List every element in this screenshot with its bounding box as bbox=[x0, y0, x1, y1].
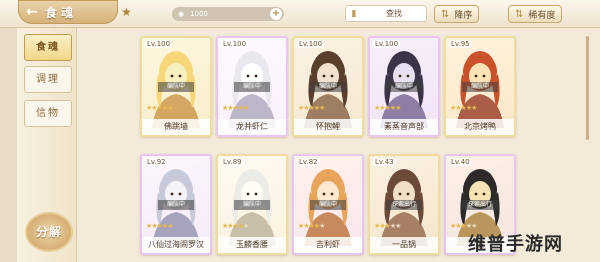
level-label: Lv.89 bbox=[221, 158, 244, 166]
star-rating: ★★★★★ bbox=[222, 222, 249, 230]
level-label: Lv.95 bbox=[449, 40, 472, 48]
status-badge: 编队中 bbox=[158, 82, 194, 92]
character-name: 龙井虾仁 bbox=[218, 119, 286, 135]
scrollbar[interactable] bbox=[586, 36, 589, 140]
food-soul-grid: Lv.100 编队中 ★★★★★ 佛跳墙 Lv.100 编队中 ★★★★★ 龙井… bbox=[140, 36, 580, 262]
food-soul-card[interactable]: Lv.100 编队中 ★★★★★ 怀抱鲤 bbox=[292, 36, 364, 137]
sort-order-button[interactable]: ⇅ 降序 bbox=[434, 5, 480, 23]
star-rating: ★★★★★ bbox=[374, 222, 401, 230]
capacity-value: 1000 bbox=[190, 10, 208, 18]
capacity-icon: ◉ bbox=[178, 10, 185, 18]
character-name: 吉利虾 bbox=[294, 237, 362, 253]
status-badge: 编队中 bbox=[462, 82, 498, 92]
page-title: 食魂 bbox=[45, 5, 78, 20]
tab-food-souls[interactable]: 食魂 bbox=[24, 34, 72, 61]
level-label: Lv.100 bbox=[373, 40, 401, 48]
star-rating: ★★★★★ bbox=[146, 104, 173, 112]
sort-order-icon: ⇅ bbox=[441, 8, 450, 20]
status-badge: 编队中 bbox=[310, 200, 346, 210]
character-name: 北京烤鸭 bbox=[446, 119, 514, 135]
food-soul-card[interactable]: Lv.100 编队中 ★★★★★ 佛跳墙 bbox=[140, 36, 212, 137]
status-badge: 编队中 bbox=[386, 82, 422, 92]
tab-tokens[interactable]: 信物 bbox=[24, 100, 72, 127]
level-label: Lv.100 bbox=[297, 40, 325, 48]
status-badge: 探索出行 bbox=[462, 200, 498, 210]
search-label: 查找 bbox=[386, 9, 402, 18]
rarity-sort-icon: ⇅ bbox=[515, 8, 524, 20]
star-rating: ★★★★★ bbox=[298, 222, 325, 230]
star-rating: ★★★★★ bbox=[146, 222, 173, 230]
top-bar: ← 食魂 ★ ◉ 1000 + ▮ 查找 ⇅ 降序 ⇅ 稀有度 bbox=[0, 0, 600, 28]
watermark: 维普手游网 bbox=[468, 234, 563, 255]
status-badge: 探索出行 bbox=[386, 200, 422, 210]
capacity-bar: ◉ 1000 + bbox=[172, 7, 284, 21]
star-icon: ★ bbox=[121, 5, 132, 19]
character-name: 玉麟香腰 bbox=[218, 237, 286, 253]
star-rating: ★★★★★ bbox=[222, 104, 249, 112]
rarity-sort-button[interactable]: ⇅ 稀有度 bbox=[508, 5, 563, 23]
search-filter-box[interactable]: ▮ 查找 bbox=[345, 5, 427, 22]
character-name: 一品锅 bbox=[370, 237, 438, 253]
food-soul-card[interactable]: Lv.95 编队中 ★★★★★ 北京烤鸭 bbox=[444, 36, 516, 137]
status-badge: 编队中 bbox=[234, 200, 270, 210]
status-badge: 编队中 bbox=[158, 200, 194, 210]
tab-cooking[interactable]: 调理 bbox=[24, 66, 72, 93]
dissolve-button[interactable]: 分解 bbox=[25, 212, 73, 252]
star-rating: ★★★★★ bbox=[450, 222, 477, 230]
rarity-sort-label: 稀有度 bbox=[528, 10, 556, 21]
food-soul-card[interactable]: Lv.100 编队中 ★★★★★ 龙井虾仁 bbox=[216, 36, 288, 137]
status-badge: 编队中 bbox=[234, 82, 270, 92]
food-soul-card[interactable]: Lv.82 编队中 ★★★★★ 吉利虾 bbox=[292, 154, 364, 255]
food-soul-card[interactable]: Lv.100 编队中 ★★★★★ 素蒸音声部 bbox=[368, 36, 440, 137]
star-rating: ★★★★★ bbox=[374, 104, 401, 112]
status-badge: 编队中 bbox=[310, 82, 346, 92]
star-rating: ★★★★★ bbox=[450, 104, 477, 112]
character-name: 八仙过海闹罗汉 bbox=[142, 237, 210, 253]
food-soul-card[interactable]: Lv.92 编队中 ★★★★★ 八仙过海闹罗汉 bbox=[140, 154, 212, 255]
sort-order-label: 降序 bbox=[454, 10, 473, 21]
filter-icon: ▮ bbox=[351, 8, 357, 19]
left-edge bbox=[0, 0, 17, 262]
level-label: Lv.92 bbox=[145, 158, 168, 166]
character-name: 佛跳墙 bbox=[142, 119, 210, 135]
level-label: Lv.40 bbox=[449, 158, 472, 166]
food-soul-card[interactable]: Lv.43 探索出行 ★★★★★ 一品锅 bbox=[368, 154, 440, 255]
character-name: 怀抱鲤 bbox=[294, 119, 362, 135]
level-label: Lv.100 bbox=[221, 40, 249, 48]
add-capacity-button[interactable]: + bbox=[270, 8, 282, 20]
character-name: 素蒸音声部 bbox=[370, 119, 438, 135]
star-rating: ★★★★★ bbox=[298, 104, 325, 112]
back-button[interactable]: ← 食魂 bbox=[18, 0, 118, 24]
level-label: Lv.43 bbox=[373, 158, 396, 166]
back-arrow-icon[interactable]: ← bbox=[19, 4, 45, 20]
level-label: Lv.82 bbox=[297, 158, 320, 166]
level-label: Lv.100 bbox=[145, 40, 173, 48]
food-soul-card[interactable]: Lv.89 编队中 ★★★★★ 玉麟香腰 bbox=[216, 154, 288, 255]
